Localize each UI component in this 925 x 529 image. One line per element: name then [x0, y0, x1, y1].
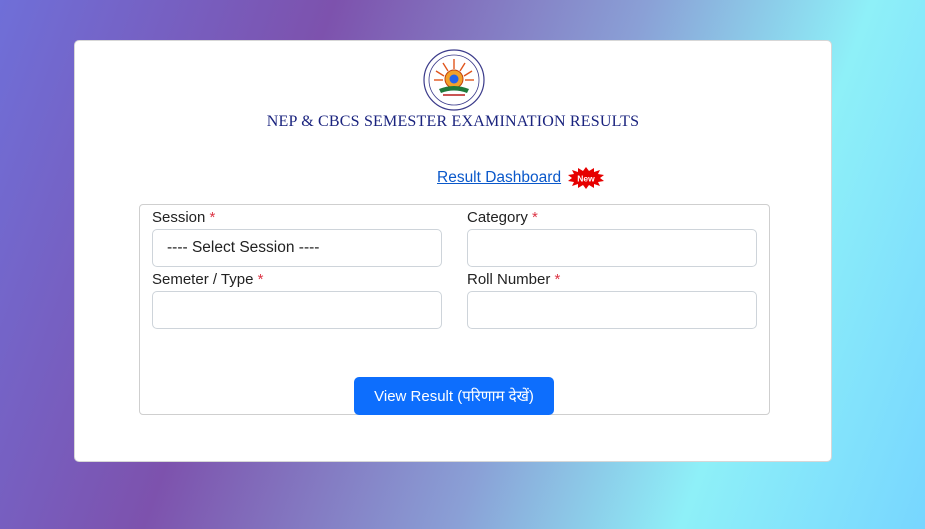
- session-label: Session *: [152, 209, 216, 226]
- category-label: Category *: [467, 209, 538, 226]
- semester-label: Semeter / Type *: [152, 271, 264, 288]
- page-title: NEP & CBCS SEMESTER EXAMINATION RESULTS: [266, 113, 640, 130]
- roll-number-input[interactable]: [467, 291, 757, 329]
- dashboard-row: Result Dashboard New: [437, 166, 605, 190]
- session-select-value: ---- Select Session ----: [167, 239, 320, 256]
- new-badge: New: [567, 167, 605, 189]
- university-logo: [423, 49, 485, 111]
- view-result-button[interactable]: View Result (परिणाम देखें): [354, 377, 554, 415]
- roll-number-label: Roll Number *: [467, 271, 561, 288]
- result-form: Session * ---- Select Session ---- Categ…: [139, 204, 770, 415]
- result-dashboard-link[interactable]: Result Dashboard: [437, 169, 561, 187]
- session-select[interactable]: ---- Select Session ----: [152, 229, 442, 267]
- category-select[interactable]: [467, 229, 757, 267]
- result-card: NEP & CBCS SEMESTER EXAMINATION RESULTS …: [74, 40, 832, 462]
- semester-select[interactable]: [152, 291, 442, 329]
- svg-text:New: New: [577, 174, 595, 184]
